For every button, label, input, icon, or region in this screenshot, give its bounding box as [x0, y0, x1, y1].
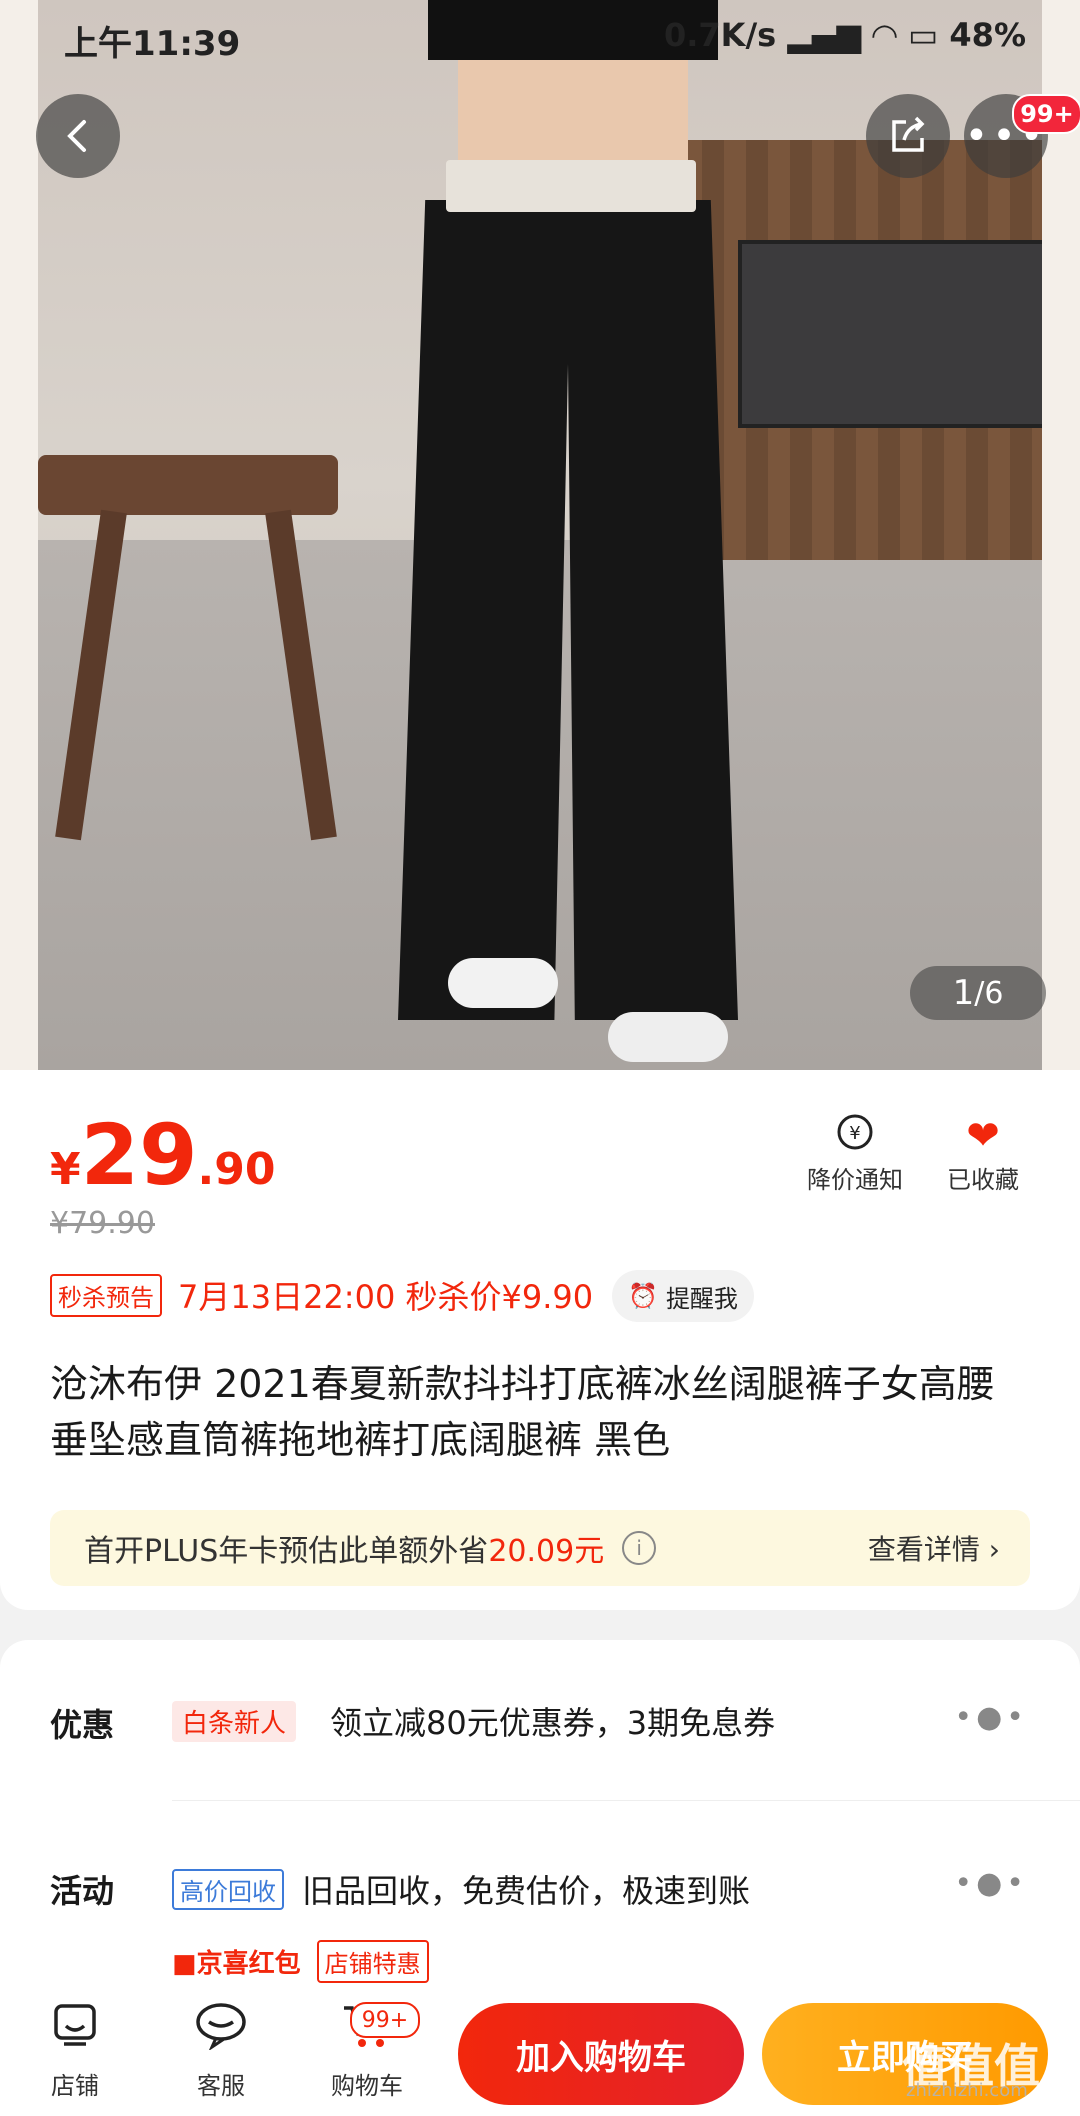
cart-badge: 99+ [350, 2002, 420, 2038]
battery-icon: ▭ [908, 16, 939, 54]
red-envelope-icon: ■ [172, 1949, 197, 1979]
shop-label: 店铺 [51, 2072, 99, 2100]
plus-amount: 20.09元 [488, 1534, 605, 1569]
activity-more-icon[interactable]: •●• [954, 1866, 1028, 1901]
price-alert-button[interactable]: ¥ 降价通知 [790, 1112, 920, 1195]
activity-label: 活动 [50, 1872, 115, 1910]
shop-icon [20, 2000, 130, 2066]
promo-row[interactable]: 白条新人 领立减80元优惠券，3期免息券 [172, 1698, 775, 1744]
back-button[interactable] [36, 94, 120, 178]
photo-shoe [448, 958, 558, 1008]
price-currency: ¥ [50, 1144, 81, 1195]
service-label: 客服 [197, 2072, 245, 2100]
price-alert-label: 降价通知 [807, 1166, 903, 1194]
price-alert-icon: ¥ [790, 1112, 920, 1160]
pager-total: /6 [974, 975, 1004, 1011]
share-button[interactable] [866, 94, 950, 178]
photo-stool [38, 455, 338, 515]
original-price: ¥79.90 [50, 1206, 155, 1241]
nav-shop[interactable]: 店铺 [20, 2000, 130, 2101]
flash-sale-tag: 秒杀预告 [50, 1273, 162, 1317]
activity-row[interactable]: 高价回收 旧品回收，免费估价，极速到账 [172, 1866, 750, 1912]
promo-more-icon[interactable]: •●• [954, 1700, 1028, 1735]
activity-tags-row: ■京喜红包 店铺特惠 [172, 1940, 429, 1983]
svg-text:¥: ¥ [849, 1123, 860, 1144]
promo-text: 领立减80元优惠券，3期免息券 [330, 1704, 776, 1742]
remind-label: 提醒我 [665, 1284, 738, 1313]
photo-shoe [608, 1012, 728, 1062]
chevron-left-icon [67, 120, 86, 152]
status-bar: 上午11:39 0.7K/s ▂▄▆ ◠ ▭ 48% [0, 0, 1080, 72]
status-indicators: 0.7K/s ▂▄▆ ◠ ▭ 48% [664, 16, 1026, 54]
plus-text: 首开PLUS年卡预估此单额外省20.09元 [84, 1526, 604, 1570]
info-icon[interactable]: i [622, 1531, 657, 1565]
promo-tag: 白条新人 [172, 1700, 297, 1742]
signal-icon: ▂▄▆ [787, 16, 873, 54]
pager-current: 1 [952, 973, 975, 1013]
watermark-url: zhizhizhi.com [906, 2080, 1028, 2101]
promo-divider [172, 1800, 1080, 1801]
flash-sale-text: 7月13日22:00 秒杀价¥9.90 [178, 1278, 594, 1316]
red-packet-tag: ■京喜红包 [172, 1943, 301, 1980]
plus-detail-link[interactable]: 查看详情 › [868, 1528, 1000, 1568]
photo-waistband [446, 160, 696, 212]
image-pager: 1/6 [910, 966, 1046, 1020]
favorite-label: 已收藏 [947, 1166, 1019, 1194]
alarm-clock-icon: ⏰ [628, 1282, 658, 1310]
message-badge: 99+ [1012, 94, 1080, 134]
battery-level: 48% [949, 16, 1026, 54]
photo-painting [738, 240, 1042, 428]
promo-label: 优惠 [50, 1706, 115, 1744]
flash-sale-row: 秒杀预告 7月13日22:00 秒杀价¥9.90 [50, 1272, 593, 1318]
plus-banner[interactable]: 首开PLUS年卡预估此单额外省20.09元 i 查看详情 › [50, 1510, 1030, 1586]
wifi-icon: ◠ [872, 16, 909, 54]
price-integer: 29 [80, 1106, 198, 1204]
product-title: 沧沐布伊 2021春夏新款抖抖打底裤冰丝阔腿裤子女高腰垂坠感直筒裤拖地裤打底阔腿… [50, 1362, 995, 1462]
activity-text: 旧品回收，免费估价，极速到账 [302, 1872, 751, 1910]
cart-label: 购物车 [331, 2072, 403, 2100]
activity-tag: 高价回收 [172, 1868, 284, 1910]
network-speed: 0.7K/s [663, 16, 777, 54]
chat-icon [166, 2000, 276, 2066]
heart-icon: ❤ [966, 1113, 1000, 1159]
price-decimal: .90 [197, 1144, 276, 1195]
shop-deal-tag: 店铺特惠 [316, 1940, 429, 1983]
nav-service[interactable]: 客服 [166, 2000, 276, 2101]
plus-text-prefix: 首开PLUS年卡预估此单额外省 [84, 1534, 489, 1569]
remind-me-button[interactable]: ⏰ 提醒我 [612, 1270, 754, 1322]
share-icon [892, 116, 925, 152]
status-time: 上午11:39 [64, 24, 241, 64]
current-price: ¥29.90 [50, 1106, 275, 1204]
red-packet-label: 京喜红包 [196, 1949, 301, 1979]
favorite-button[interactable]: ❤ 已收藏 [918, 1112, 1048, 1195]
add-to-cart-button[interactable]: 加入购物车 [458, 2003, 744, 2105]
